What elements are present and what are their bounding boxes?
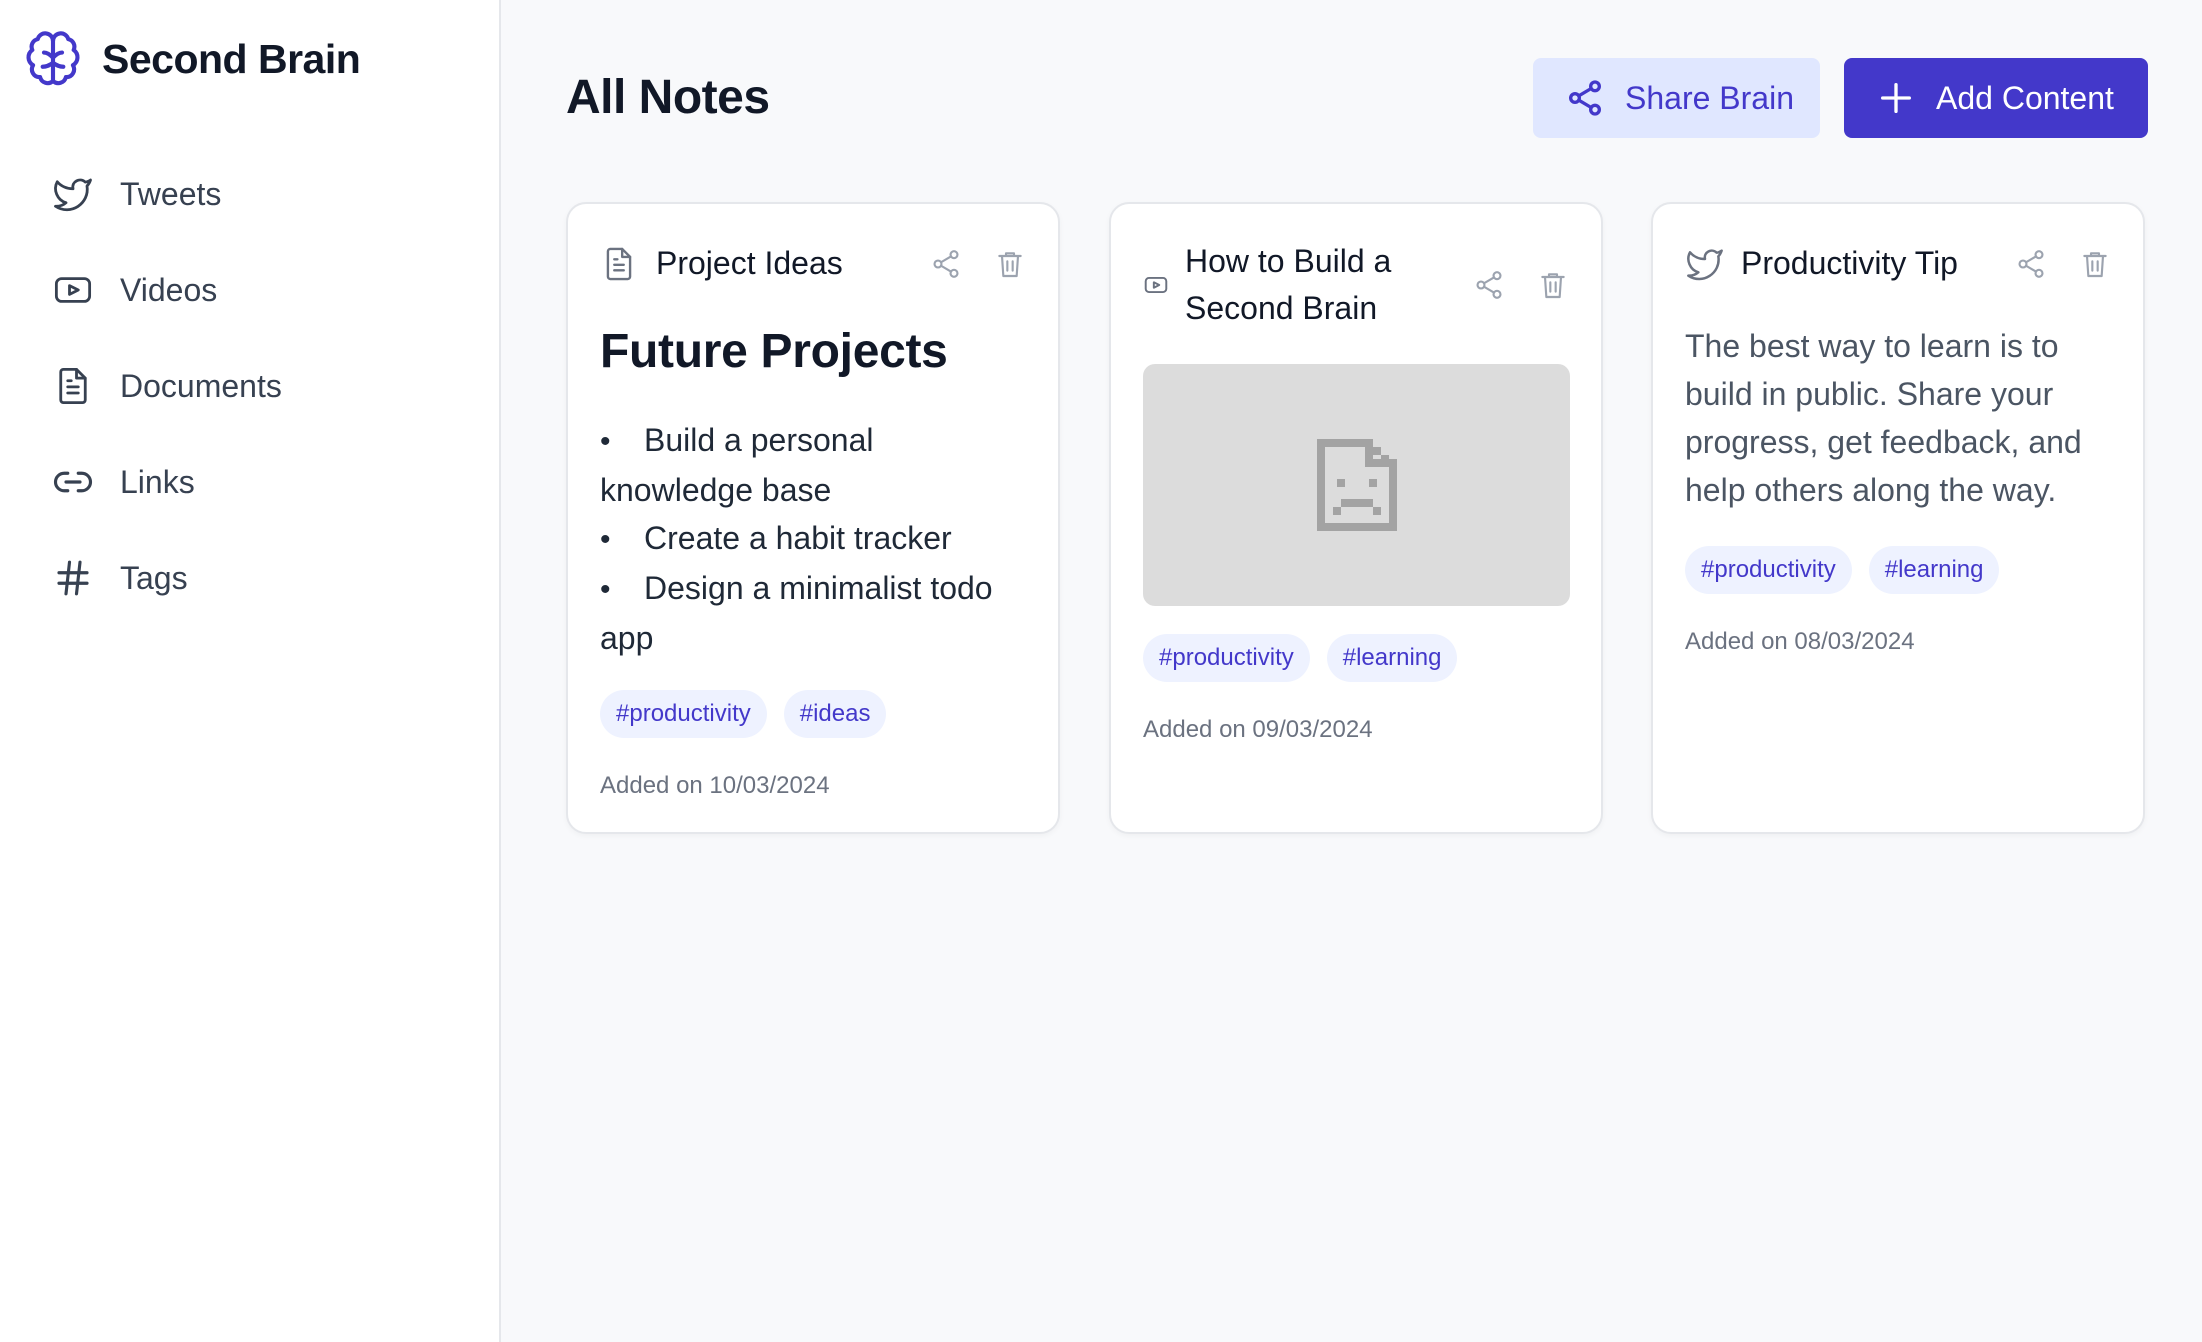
share-icon xyxy=(1569,80,1601,116)
tag-list: #productivity #learning xyxy=(1143,634,1474,682)
card-title: Project Ideas xyxy=(656,245,843,281)
page-title: All Notes xyxy=(566,71,770,124)
tag[interactable]: #productivity xyxy=(600,690,767,738)
list-item: Build a personal knowledge base xyxy=(600,416,1028,514)
card-header: Project Ideas xyxy=(600,240,1026,287)
sidebar: Second Brain Tweets Videos Documents Lin… xyxy=(0,0,501,1342)
share-brain-button[interactable]: Share Brain xyxy=(1533,58,1820,138)
card-actions xyxy=(930,248,1026,280)
add-content-label: Add Content xyxy=(1936,79,2114,116)
sidebar-item-label: Videos xyxy=(120,271,218,308)
app-name: Second Brain xyxy=(102,35,361,82)
share-icon[interactable] xyxy=(1473,269,1505,301)
list-item: Design a minimalist todo app xyxy=(600,564,1028,662)
sidebar-nav: Tweets Videos Documents Links Tags xyxy=(0,146,500,626)
document-icon xyxy=(606,247,632,280)
document-heading: Future Projects xyxy=(600,325,948,378)
twitter-icon xyxy=(54,178,92,212)
sidebar-item-label: Tweets xyxy=(120,175,222,212)
sidebar-item-label: Links xyxy=(120,463,195,500)
trash-icon[interactable] xyxy=(994,248,1026,280)
added-date: Added on 08/03/2024 xyxy=(1685,628,1915,655)
main-content: All Notes Share Brain Add Content Projec… xyxy=(502,0,2202,1342)
share-icon[interactable] xyxy=(2015,248,2047,280)
list-item: Create a habit tracker xyxy=(600,514,1028,564)
trash-icon[interactable] xyxy=(1537,269,1569,301)
document-icon xyxy=(59,367,87,405)
trash-icon[interactable] xyxy=(2079,248,2111,280)
card-title: How to Build a Second Brain xyxy=(1185,243,1392,326)
sidebar-item-label: Documents xyxy=(120,367,282,404)
share-brain-label: Share Brain xyxy=(1625,79,1794,116)
share-icon[interactable] xyxy=(930,248,962,280)
add-content-button[interactable]: Add Content xyxy=(1844,58,2148,138)
card-actions xyxy=(1473,269,1569,301)
tag-list: #productivity #learning xyxy=(1685,546,2016,594)
tag[interactable]: #productivity xyxy=(1685,546,1852,594)
tag[interactable]: #ideas xyxy=(783,690,887,738)
broken-file-icon xyxy=(1316,439,1397,531)
tag-list: #productivity #ideas xyxy=(600,690,903,738)
bullet-list: Build a personal knowledge base Create a… xyxy=(600,416,1028,662)
sidebar-item-label: Tags xyxy=(120,559,188,596)
tag[interactable]: #learning xyxy=(1868,546,2000,594)
added-date: Added on 10/03/2024 xyxy=(600,772,830,799)
tag[interactable]: #productivity xyxy=(1143,634,1310,682)
tag[interactable]: #learning xyxy=(1326,634,1458,682)
sidebar-item-tweets[interactable]: Tweets xyxy=(0,146,500,242)
added-date: Added on 09/03/2024 xyxy=(1143,716,1373,743)
note-card: How to Build a Second Brain #productivit… xyxy=(1109,202,1603,834)
sidebar-item-documents[interactable]: Documents xyxy=(0,338,500,434)
sidebar-item-videos[interactable]: Videos xyxy=(0,242,500,338)
youtube-icon xyxy=(1144,276,1168,294)
brain-icon xyxy=(26,31,80,86)
sidebar-item-links[interactable]: Links xyxy=(0,434,500,530)
tweet-text: The best way to learn is to build in pub… xyxy=(1685,328,2082,508)
youtube-icon xyxy=(54,277,92,303)
twitter-icon xyxy=(1687,248,1723,280)
note-card: Productivity Tip The best way to learn i… xyxy=(1651,202,2145,834)
card-actions xyxy=(2015,248,2111,280)
hash-icon xyxy=(57,560,89,596)
video-embed[interactable] xyxy=(1143,364,1570,606)
note-card: Project Ideas Future Projects Build a pe… xyxy=(566,202,1060,834)
sidebar-item-tags[interactable]: Tags xyxy=(0,530,500,626)
card-title: Productivity Tip xyxy=(1741,245,1958,281)
link-icon xyxy=(53,471,93,493)
card-header: Productivity Tip xyxy=(1685,240,2111,287)
card-header: How to Build a Second Brain xyxy=(1143,238,1569,332)
brand[interactable]: Second Brain xyxy=(22,28,361,90)
plus-icon xyxy=(1881,83,1911,114)
